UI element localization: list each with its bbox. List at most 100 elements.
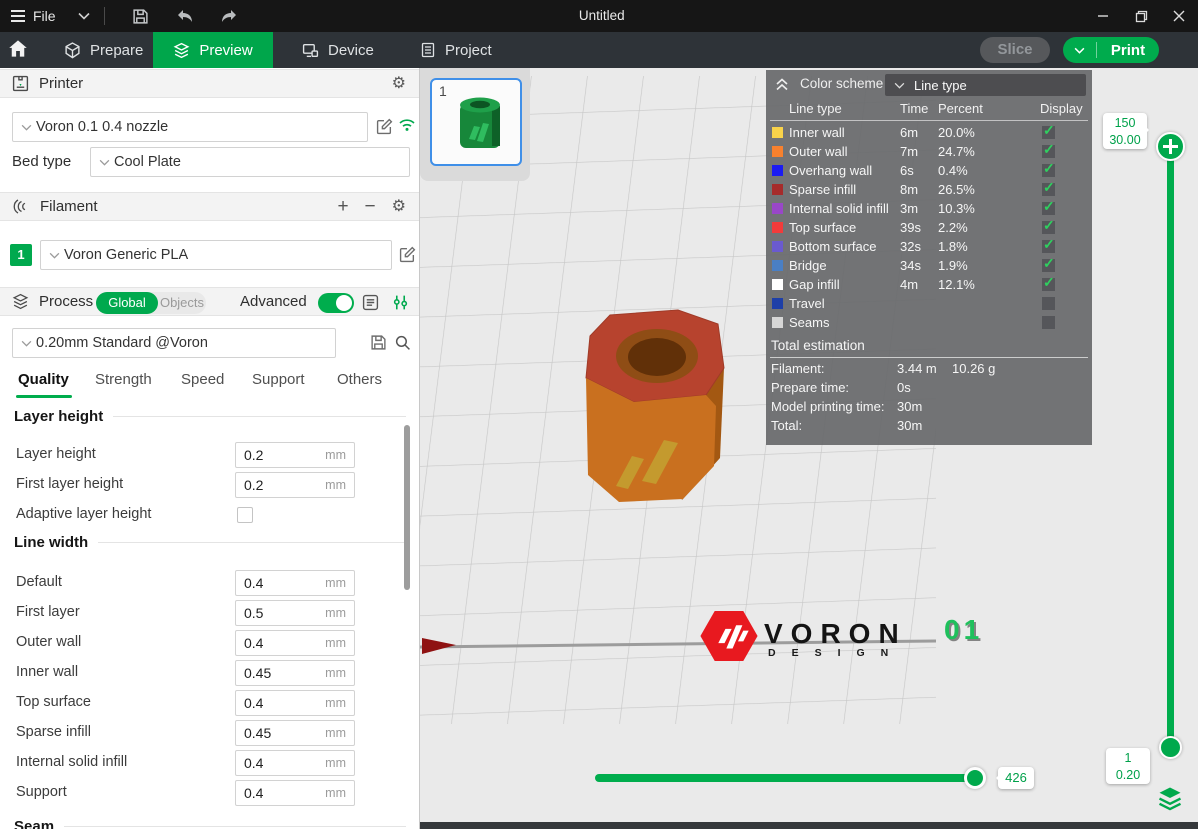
param-row: First layer mm [0, 600, 420, 626]
tab-project[interactable]: Project [406, 32, 506, 68]
display-checkbox[interactable]: ✓ [1042, 126, 1055, 139]
layer-slider-top-knob[interactable] [1156, 132, 1185, 161]
color-swatch [772, 127, 783, 138]
remove-filament-button[interactable]: − [365, 197, 376, 216]
line-type-time: 8m [900, 182, 938, 197]
display-checkbox[interactable]: ✓ [1042, 240, 1055, 253]
chevron-down-icon [894, 82, 905, 89]
default-line-width-input[interactable] [244, 574, 316, 592]
parameter-list-icon[interactable] [362, 294, 379, 311]
filament-settings-gear-icon[interactable]: ⚙ [392, 199, 406, 215]
file-menu-caret[interactable] [62, 0, 104, 32]
tab-speed[interactable]: Speed [181, 371, 224, 388]
first-layer-height-input[interactable] [244, 476, 316, 494]
process-section-title: Process [39, 293, 93, 310]
tab-device[interactable]: Device [288, 32, 388, 68]
line-type-row: Internal solid infill3m10.3%✓ [766, 199, 1092, 218]
process-preset-select[interactable]: 0.20mm Standard @Voron [12, 328, 336, 358]
redo-button[interactable] [207, 0, 251, 32]
internal-solid-infill-line-width-input[interactable] [244, 754, 316, 772]
collapse-panel-icon[interactable] [774, 77, 790, 92]
add-filament-button[interactable]: + [337, 197, 348, 216]
advanced-label: Advanced [240, 293, 307, 310]
horizontal-move-slider[interactable] [595, 774, 985, 782]
total-estimation-divider [770, 357, 1088, 358]
tab-strength[interactable]: Strength [95, 371, 152, 388]
line-type-percent: 10.3% [938, 201, 1042, 216]
preview-viewport[interactable]: VORON DESIGN 01 1 Color scheme [420, 68, 1198, 829]
color-scheme-select[interactable]: Line type [885, 74, 1086, 96]
home-button[interactable] [8, 39, 32, 61]
app-window: File Untitled [0, 0, 1198, 829]
edit-filament-icon[interactable] [399, 246, 416, 263]
wifi-connection-icon[interactable] [398, 117, 416, 132]
sparse-infill-line-width-input[interactable] [244, 724, 316, 742]
file-menu-button[interactable]: File [0, 0, 62, 32]
layer-bottom-height: 0.20 [1106, 767, 1150, 784]
filament-preset-select[interactable]: Voron Generic PLA [40, 240, 392, 270]
param-unit: mm [325, 636, 346, 650]
plate-thumbnail-model [454, 94, 506, 156]
advanced-toggle[interactable] [318, 293, 354, 313]
display-checkbox[interactable]: ✓ [1042, 145, 1055, 158]
param-unit: mm [325, 696, 346, 710]
legend-divider [770, 120, 1088, 121]
tab-support[interactable]: Support [252, 371, 305, 388]
process-preset-value: 0.20mm Standard @Voron [36, 335, 208, 351]
tab-preview[interactable]: Preview [153, 32, 273, 68]
layers-view-button[interactable] [1156, 784, 1184, 812]
print-dropdown-caret[interactable] [1063, 47, 1096, 54]
param-unit: mm [325, 666, 346, 680]
plate-thumbnail-selected[interactable]: 1 [430, 78, 522, 166]
layer-height-input[interactable] [244, 446, 316, 464]
inner-wall-line-width-input[interactable] [244, 664, 316, 682]
display-checkbox[interactable]: ✓ [1042, 278, 1055, 291]
display-checkbox[interactable]: ✓ [1042, 164, 1055, 177]
outer-wall-line-width-input[interactable] [244, 634, 316, 652]
display-checkbox[interactable]: ✓ [1042, 221, 1055, 234]
layer-range-slider[interactable] [1167, 145, 1174, 748]
edit-printer-icon[interactable] [376, 118, 393, 135]
layer-slider-bottom-knob[interactable] [1159, 736, 1182, 759]
adaptive-layer-height-checkbox[interactable] [237, 507, 253, 523]
close-button[interactable] [1160, 0, 1198, 32]
param-label: Support [16, 784, 67, 800]
scope-global-button[interactable]: Global [96, 292, 158, 314]
printer-preset-select[interactable]: Voron 0.1 0.4 nozzle [12, 112, 368, 142]
slice-button[interactable]: Slice [980, 37, 1050, 63]
color-swatch [772, 260, 783, 271]
display-checkbox[interactable] [1042, 297, 1055, 310]
minimize-button[interactable] [1084, 0, 1122, 32]
active-tab-underline [16, 395, 72, 398]
model-voron-cube[interactable] [586, 310, 724, 502]
filament-slot-badge[interactable]: 1 [10, 244, 32, 266]
tab-prepare[interactable]: Prepare [50, 32, 157, 68]
undo-button[interactable] [163, 0, 207, 32]
save-preset-icon[interactable] [370, 334, 387, 351]
param-label: Adaptive layer height [16, 506, 151, 522]
display-checkbox[interactable] [1042, 316, 1055, 329]
tab-others[interactable]: Others [337, 371, 382, 388]
display-checkbox[interactable]: ✓ [1042, 202, 1055, 215]
section-layer-height: Layer height [14, 408, 406, 425]
tune-parameters-icon[interactable] [392, 294, 409, 311]
tab-quality[interactable]: Quality [18, 371, 69, 388]
first-layer-line-width-input[interactable] [244, 604, 316, 622]
display-checkbox[interactable]: ✓ [1042, 183, 1055, 196]
save-button[interactable] [119, 0, 163, 32]
maximize-button[interactable] [1122, 0, 1160, 32]
scope-objects-button[interactable]: Objects [158, 292, 206, 314]
sidebar-scrollbar[interactable] [404, 425, 410, 590]
redo-icon [220, 9, 238, 24]
search-parameters-icon[interactable] [394, 334, 411, 351]
param-label: Inner wall [16, 664, 78, 680]
display-checkbox[interactable]: ✓ [1042, 259, 1055, 272]
support-line-width-input[interactable] [244, 784, 316, 802]
print-button[interactable]: Print [1097, 42, 1159, 59]
bed-type-select[interactable]: Cool Plate [90, 147, 410, 177]
tab-project-label: Project [445, 42, 492, 59]
line-type-label: Inner wall [789, 125, 900, 140]
top-surface-line-width-input[interactable] [244, 694, 316, 712]
printer-settings-gear-icon[interactable]: ⚙ [392, 76, 406, 92]
horizontal-slider-knob[interactable] [964, 767, 986, 789]
